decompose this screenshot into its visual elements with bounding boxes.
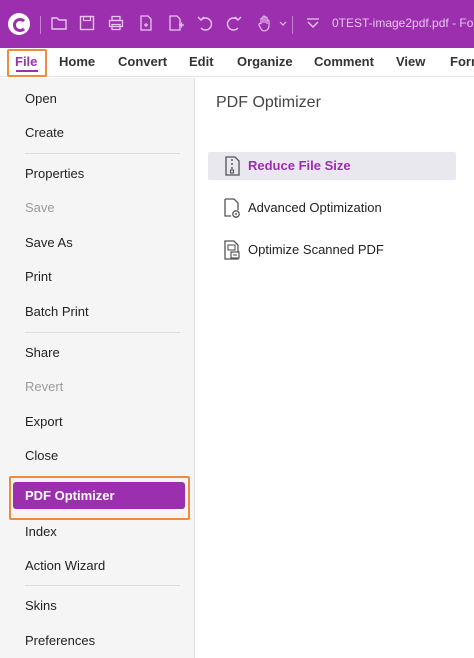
hand-tool-icon[interactable] [256,14,274,32]
undo-icon[interactable] [196,14,214,32]
pdf-optimizer-highlight-frame [9,476,190,520]
new-page-icon[interactable] [167,14,185,32]
file-menu-index[interactable]: Index [25,524,57,539]
save-icon[interactable] [78,14,96,32]
tab-comment[interactable]: Comment [314,54,374,69]
file-menu-close[interactable]: Close [25,448,58,463]
file-menu-preferences[interactable]: Preferences [25,633,95,648]
reduce-file-size-label: Reduce File Size [248,158,351,173]
toolbar-separator [40,16,41,34]
open-folder-icon[interactable] [50,14,68,32]
hand-tool-dropdown-icon[interactable] [274,14,287,32]
tab-view[interactable]: View [396,54,425,69]
tab-form[interactable]: Form [450,54,474,69]
file-menu-save: Save [25,200,55,215]
file-menu-print[interactable]: Print [25,269,52,284]
toolbar-separator [292,16,293,34]
file-menu-action-wizard[interactable]: Action Wizard [25,558,105,573]
file-menu-batch-print[interactable]: Batch Print [25,304,89,319]
print-icon[interactable] [107,14,125,32]
gear-file-icon [222,197,242,219]
advanced-optimization-label: Advanced Optimization [248,200,382,215]
file-menu-open[interactable]: Open [25,91,57,106]
file-menu-export[interactable]: Export [25,414,63,429]
advanced-optimization-option[interactable]: Advanced Optimization [208,194,456,222]
file-menu-skins[interactable]: Skins [25,598,57,613]
nav-divider [25,332,180,333]
scanned-file-icon [222,239,242,261]
file-menu-revert: Revert [25,379,64,394]
foxit-logo-icon[interactable] [8,13,30,35]
tab-organize[interactable]: Organize [237,54,293,69]
file-menu-create[interactable]: Create [25,125,64,140]
tab-home[interactable]: Home [59,54,95,69]
file-menu-save-as[interactable]: Save As [25,235,73,250]
zip-file-icon [222,155,242,177]
nav-divider [25,585,180,586]
create-pdf-icon[interactable] [137,14,155,32]
title-bar: 0TEST-image2pdf.pdf - Foxit P [0,0,474,48]
reduce-file-size-option[interactable]: Reduce File Size [208,152,456,180]
redo-icon[interactable] [225,14,243,32]
file-menu-share[interactable]: Share [25,345,60,360]
optimize-scanned-pdf-option[interactable]: Optimize Scanned PDF [208,236,456,264]
tab-edit[interactable]: Edit [189,54,214,69]
file-menu-properties[interactable]: Properties [25,166,84,181]
nav-divider [25,153,180,154]
customize-dropdown-icon[interactable] [304,14,322,32]
tab-convert[interactable]: Convert [118,54,167,69]
optimize-scanned-pdf-label: Optimize Scanned PDF [248,242,384,257]
page-title: PDF Optimizer [216,94,321,111]
file-tab-highlight-frame [7,49,47,77]
window-title: 0TEST-image2pdf.pdf - Foxit P [332,16,474,30]
